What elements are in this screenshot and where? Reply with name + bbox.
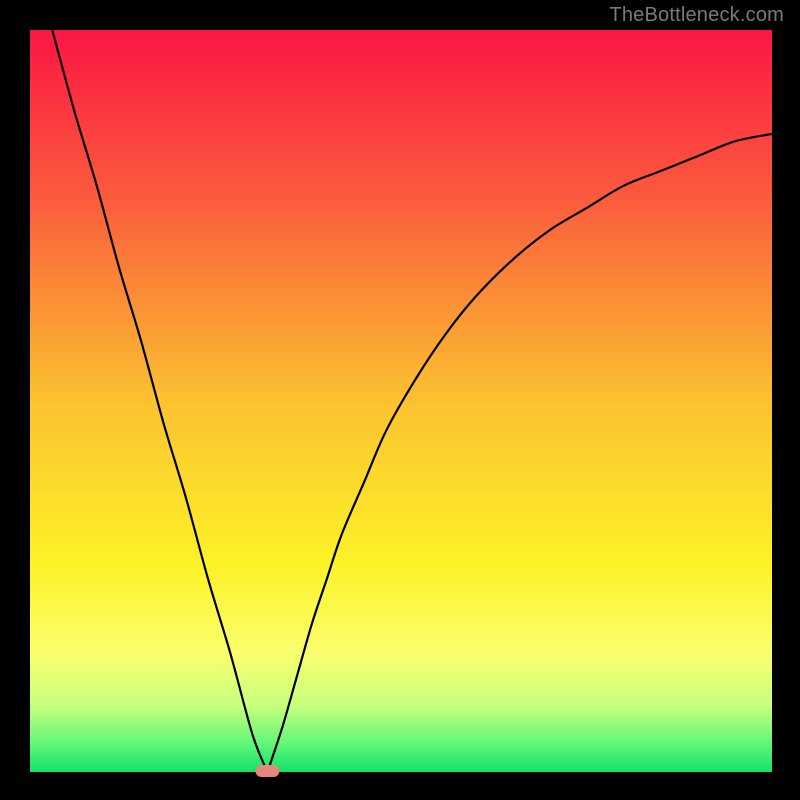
watermark-text: TheBottleneck.com [609,4,784,27]
bottleneck-chart [0,0,800,800]
optimum-marker [255,765,279,777]
plot-background [30,30,772,772]
chart-frame: TheBottleneck.com [0,0,800,800]
